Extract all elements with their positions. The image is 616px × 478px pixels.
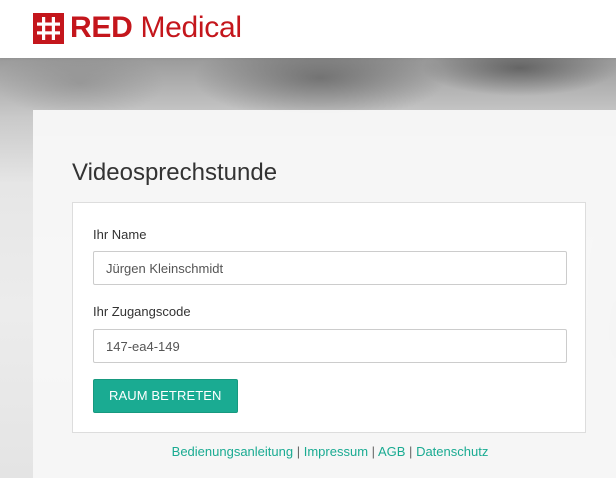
footer-link-privacy[interactable]: Datenschutz bbox=[416, 444, 488, 459]
footer-link-manual[interactable]: Bedienungsanleitung bbox=[172, 444, 293, 459]
footer-separator: | bbox=[409, 444, 413, 459]
logo-text-bold: RED bbox=[70, 11, 133, 44]
enter-room-button[interactable]: RAUM BETRETEN bbox=[93, 379, 238, 413]
footer-link-imprint[interactable]: Impressum bbox=[304, 444, 368, 459]
footer-separator: | bbox=[371, 444, 376, 459]
footer-separator: | bbox=[296, 444, 301, 459]
name-label: Ihr Name bbox=[93, 227, 147, 242]
join-room-form: Ihr Name Ihr Zugangscode RAUM BETRETEN bbox=[72, 202, 586, 433]
logo-wordmark: RED Medical bbox=[70, 11, 242, 45]
login-panel: Videosprechstunde Ihr Name Ihr Zugangsco… bbox=[33, 110, 616, 478]
access-code-input[interactable] bbox=[93, 329, 567, 363]
hash-grid-logo-icon bbox=[33, 12, 64, 44]
name-input[interactable] bbox=[93, 251, 567, 285]
footer-links: Bedienungsanleitung | Impressum | AGB | … bbox=[33, 444, 616, 460]
red-medical-logo[interactable]: RED Medical bbox=[33, 11, 242, 45]
app-header: RED Medical bbox=[0, 0, 616, 58]
access-code-label: Ihr Zugangscode bbox=[93, 304, 191, 319]
logo-text-light: Medical bbox=[140, 11, 242, 44]
footer-link-terms[interactable]: AGB bbox=[378, 444, 405, 459]
page-title: Videosprechstunde bbox=[72, 159, 278, 186]
